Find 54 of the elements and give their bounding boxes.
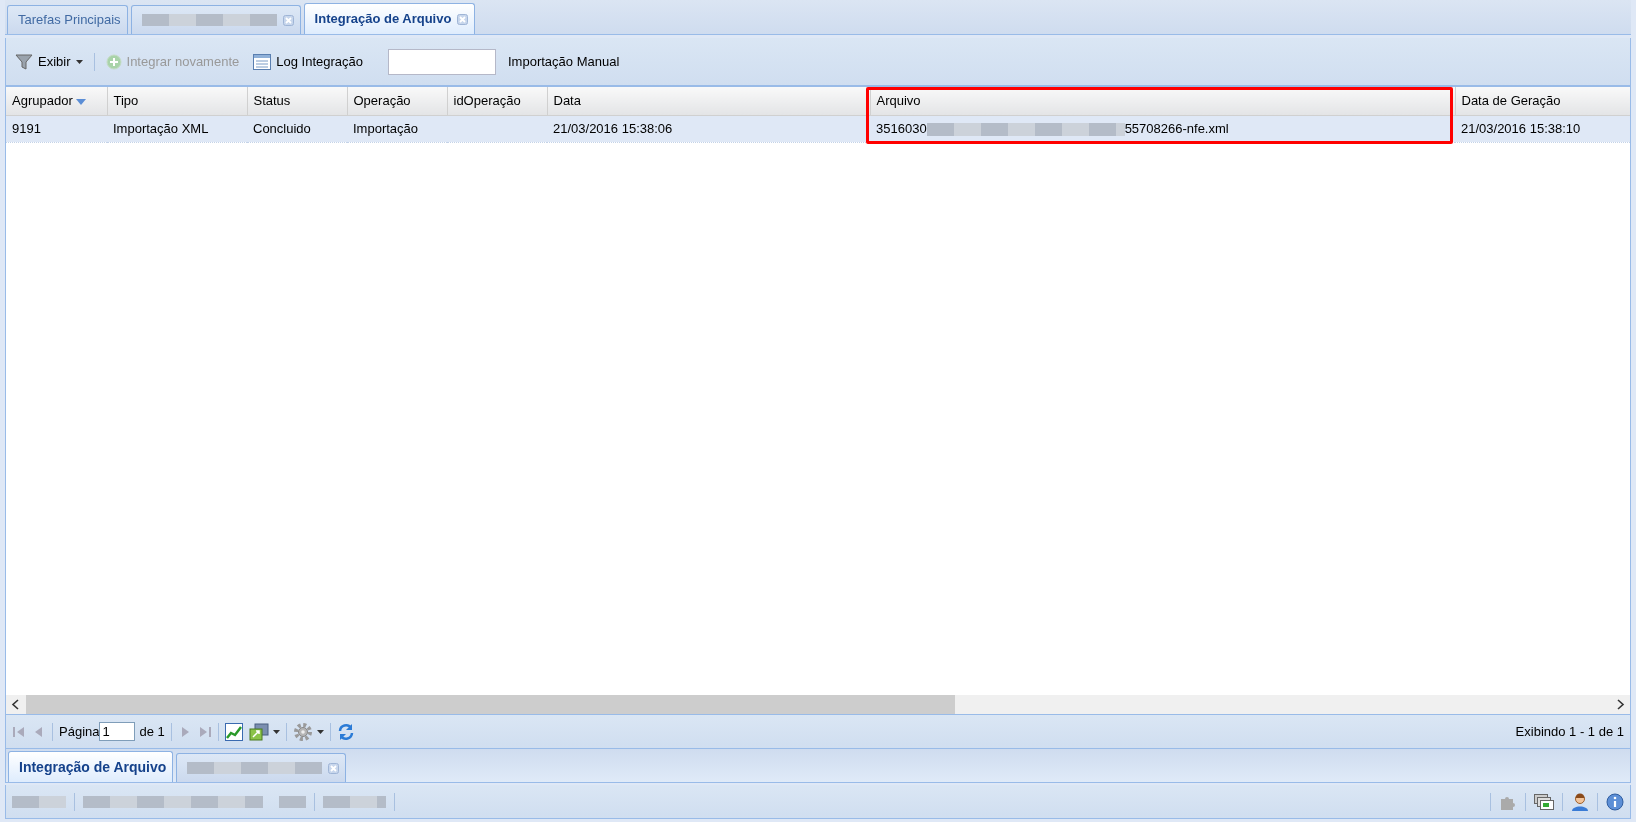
column-header[interactable]: idOperação — [447, 87, 547, 115]
chart-icon[interactable] — [224, 722, 243, 741]
sort-icon — [76, 98, 87, 105]
caret-icon — [316, 729, 324, 734]
info-icon[interactable] — [1606, 792, 1624, 811]
table-cell: Importação — [347, 115, 447, 142]
list-icon — [253, 53, 272, 70]
tab[interactable] — [176, 753, 347, 782]
page-label: Página — [59, 722, 100, 741]
plus-icon — [105, 53, 122, 70]
view-menu-button[interactable]: Exibir — [12, 49, 86, 74]
record-summary: Exibindo 1 - 1 de 1 — [1515, 722, 1624, 741]
export-menu-button[interactable] — [248, 722, 280, 741]
tab[interactable]: Integração de Arquivo — [303, 3, 476, 34]
horizontal-scrollbar[interactable] — [6, 695, 1630, 714]
table-cell: 21/03/2016 15:38:10 — [1455, 115, 1630, 142]
redacted-text-drawing — [279, 795, 306, 808]
column-header[interactable]: Agrupador — [6, 87, 107, 115]
export-icon — [248, 722, 269, 741]
log-button[interactable]: Log Integração — [250, 49, 366, 74]
windows-icon[interactable] — [1534, 793, 1554, 810]
page-count: de 1 — [139, 722, 165, 741]
settings-menu-button[interactable] — [292, 721, 324, 742]
caret-icon — [272, 729, 280, 734]
column-header[interactable]: Tipo — [107, 87, 247, 115]
column-header[interactable]: Operação — [347, 87, 447, 115]
close-icon[interactable] — [282, 14, 294, 26]
tab[interactable]: Integração de Arquivo — [8, 751, 174, 782]
close-icon[interactable] — [328, 762, 340, 774]
table-cell: Importação XML — [107, 115, 247, 142]
table-cell: 9191 — [6, 115, 107, 142]
manual-import-label: Importação Manual — [508, 52, 620, 71]
user-icon[interactable] — [1571, 792, 1589, 811]
close-icon[interactable] — [457, 13, 469, 25]
table-cell: Concluido — [247, 115, 347, 142]
filter-icon — [15, 52, 33, 71]
caret-icon — [75, 59, 83, 64]
table-cell: 55708266-nfe.xml — [1124, 120, 1229, 136]
column-header[interactable]: Data — [547, 87, 870, 115]
last-page-icon[interactable] — [197, 724, 212, 739]
refresh-icon[interactable] — [336, 722, 355, 741]
table-cell: 21/03/2016 15:38:06 — [547, 115, 870, 142]
tab[interactable]: Tarefas Principais — [7, 5, 128, 34]
column-header[interactable]: Data de Geração — [1455, 87, 1630, 115]
settings-icon — [292, 721, 313, 742]
page-field[interactable]: 1 — [99, 722, 136, 741]
tab[interactable] — [130, 5, 301, 34]
redacted-text-drawing — [323, 795, 386, 808]
manual-import-field[interactable] — [388, 48, 496, 75]
redacted-text-drawing — [12, 795, 66, 808]
first-page-icon[interactable] — [12, 724, 26, 739]
column-header[interactable]: Status — [247, 87, 347, 115]
table-cell: 3516030 — [876, 120, 927, 136]
scrollbar-thumb[interactable] — [26, 695, 955, 714]
